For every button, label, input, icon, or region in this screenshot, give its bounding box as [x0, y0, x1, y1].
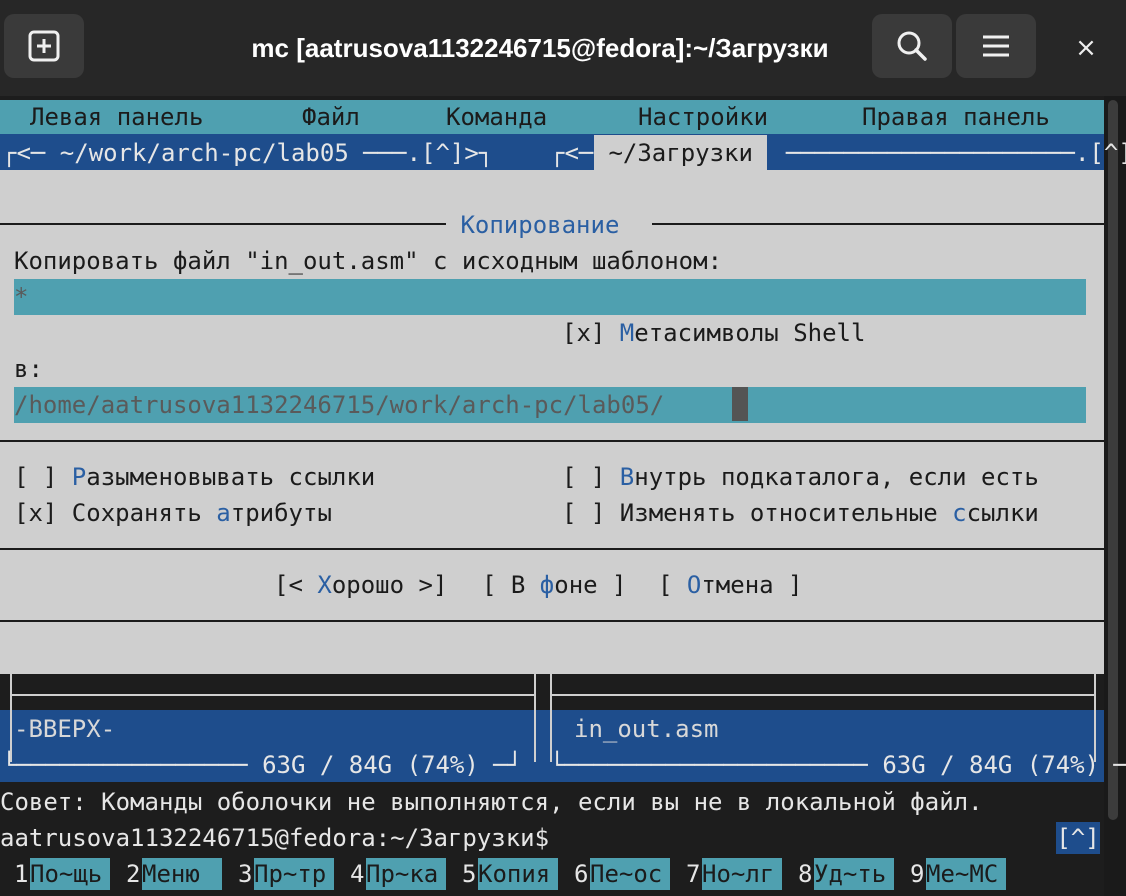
left-panel-border-right — [534, 674, 536, 762]
fkey-number: 5 — [462, 860, 477, 888]
checkbox-label: трибуты — [230, 499, 332, 527]
fkey-delete[interactable]: Уд~ть — [814, 858, 894, 890]
new-tab-icon — [28, 30, 60, 62]
button-label: орошо >] — [331, 571, 448, 599]
shell-hotkey: М — [619, 319, 635, 347]
hint-line: Совет: Команды оболочки не выполняются, … — [0, 788, 983, 816]
shell-label: етасимволы Shell — [634, 319, 866, 347]
dive-into-subdir-checkbox[interactable]: [ ] Внутрь подкаталога, если есть — [562, 459, 1039, 495]
checkbox-box: [x] — [14, 499, 72, 527]
menu-file[interactable]: Файл — [302, 99, 360, 135]
fkey-number: 3 — [238, 860, 253, 888]
fkey-number: 8 — [798, 860, 813, 888]
hotkey-letter: с — [952, 499, 967, 527]
shell-checkbox-box: [x] — [562, 319, 620, 347]
fkey-number: 7 — [686, 860, 701, 888]
text-cursor — [732, 387, 748, 421]
preserve-attributes-checkbox[interactable]: [x] Сохранять атрибуты — [14, 495, 332, 531]
checkbox-box: [ ] — [14, 463, 72, 491]
checkbox-label: Изменять относительные — [619, 499, 953, 527]
menu-right-panel[interactable]: Правая панель — [862, 99, 1050, 135]
button-label: оне ] — [554, 571, 627, 599]
fkey-number: 4 — [350, 860, 365, 888]
dialog-separator-2 — [0, 548, 1104, 550]
dialog-frame-top-right — [652, 223, 1104, 225]
menu-command[interactable]: Команда — [446, 99, 547, 135]
window-title: mc [aatrusova1132246715@fedora]:~/Загруз… — [251, 33, 829, 63]
fkey-mkdir[interactable]: Но~лг — [702, 858, 782, 890]
fkey-view[interactable]: Пр~тр — [254, 858, 334, 890]
right-panel-header-suffix: ────────────────────.[^]>┐ — [786, 139, 1126, 167]
menu-left-panel[interactable]: Левая панель — [30, 99, 203, 135]
close-button[interactable]: × — [1058, 26, 1114, 70]
prompt-history-badge[interactable]: [^] — [1056, 822, 1100, 854]
left-panel-entry[interactable]: -ВВЕРХ- — [14, 711, 115, 747]
checkbox-label: Сохранять — [71, 499, 217, 527]
right-panel-path[interactable]: ~/Загрузки — [594, 135, 768, 171]
hotkey-letter: а — [216, 499, 231, 527]
new-tab-button[interactable] — [4, 14, 84, 78]
fkey-pulldown[interactable]: Ме~МС — [926, 858, 1006, 890]
fkey-edit[interactable]: Пр~ка — [366, 858, 446, 890]
copy-prompt-label: Копировать файл "in_out.asm" с исходным … — [14, 247, 723, 275]
fkey-number: 1 — [14, 860, 29, 888]
button-bracket: [< — [274, 571, 318, 599]
destination-label: в: — [14, 355, 43, 383]
hotkey-letter: О — [686, 571, 702, 599]
fkey-move[interactable]: Пе~ос — [590, 858, 670, 890]
left-panel-header[interactable]: ┌<─ ~/work/arch-pc/lab05 ───.[^]>┐ — [2, 135, 493, 171]
checkbox-label: нутрь подкаталога, если есть — [634, 463, 1039, 491]
dialog-title: Копирование — [446, 211, 634, 239]
window-titlebar: mc [aatrusova1132246715@fedora]:~/Загруз… — [0, 0, 1126, 96]
fkey-number: 2 — [126, 860, 141, 888]
button-bracket: [ — [658, 571, 687, 599]
menu-button[interactable] — [956, 14, 1036, 78]
right-panel-minibar — [552, 694, 1094, 696]
left-panel-footer: └──────────────── 63G / 84G (74%) ─┘ — [2, 751, 523, 779]
dialog-frame-top-left — [0, 223, 446, 225]
right-panel-footer: └───────────────────── 63G / 84G (74%) ─… — [550, 751, 1126, 779]
checkbox-label: азыменовывать ссылки — [86, 463, 376, 491]
hotkey-letter: Х — [317, 571, 332, 599]
command-prompt[interactable]: aatrusova1132246715@fedora:~/Загрузки$ — [0, 820, 549, 856]
search-button[interactable] — [872, 14, 952, 78]
dialog-frame-bottom — [0, 620, 1104, 622]
hotkey-letter: В — [619, 463, 635, 491]
button-label: тмена ] — [701, 571, 803, 599]
checkbox-box: [ ] — [562, 463, 620, 491]
fkey-copy[interactable]: Копия — [478, 858, 558, 890]
button-label: [ В — [482, 571, 540, 599]
follow-links-checkbox[interactable]: [ ] Разыменовывать ссылки — [14, 459, 375, 495]
hotkey-letter: Р — [71, 463, 87, 491]
hamburger-icon — [983, 35, 1009, 57]
close-icon: × — [1075, 33, 1097, 63]
fkey-menu[interactable]: Меню — [142, 858, 222, 890]
destination-value: /home/aatrusova1132246715/work/arch-pc/l… — [14, 391, 665, 419]
stable-symlinks-checkbox[interactable]: [ ] Изменять относительные ссылки — [562, 495, 1039, 531]
menu-settings[interactable]: Настройки — [638, 99, 768, 135]
fkey-number: 9 — [910, 860, 925, 888]
ok-button[interactable]: [< Хорошо >] — [274, 567, 447, 603]
source-mask-input[interactable] — [14, 279, 1086, 315]
left-panel-minibar — [12, 694, 534, 696]
checkbox-label: сылки — [966, 499, 1039, 527]
scrollbar-thumb[interactable] — [1108, 100, 1118, 820]
background-button[interactable]: [ В фоне ] — [482, 567, 627, 603]
fkey-number: 6 — [574, 860, 589, 888]
cancel-button[interactable]: [ Отмена ] — [658, 567, 803, 603]
checkbox-box: [ ] — [562, 499, 620, 527]
search-icon — [897, 31, 927, 61]
right-panel-entry[interactable]: in_out.asm — [574, 711, 719, 747]
shell-patterns-checkbox[interactable]: [x] Метасимволы Shell — [562, 315, 865, 351]
hotkey-letter: ф — [539, 571, 555, 599]
fkey-help[interactable]: По~щь — [30, 858, 110, 890]
dialog-separator-1 — [0, 440, 1104, 442]
source-mask-value: * — [14, 283, 29, 311]
